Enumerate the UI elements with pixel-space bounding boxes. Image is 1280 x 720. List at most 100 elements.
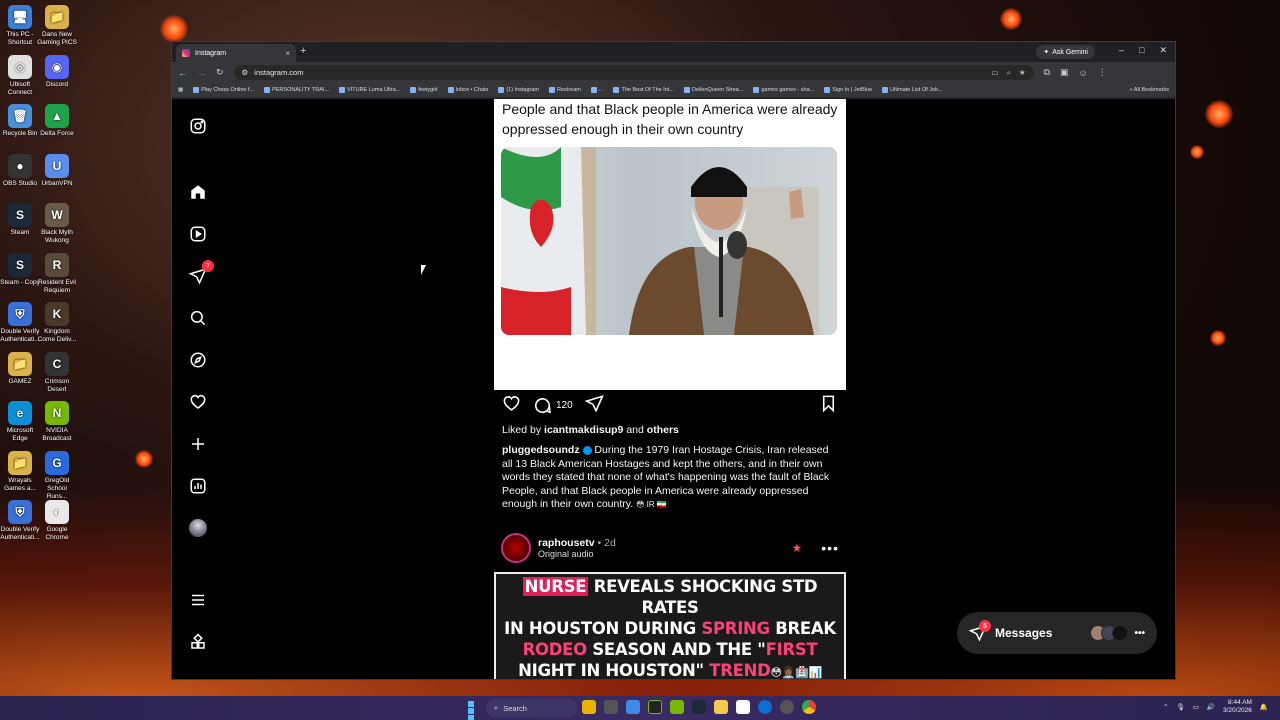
caption-username-link[interactable]: pluggedsoundz <box>502 444 580 456</box>
desktop-icon[interactable]: S Steam - Copy <box>0 252 40 287</box>
bookmark-item[interactable]: Sign In | JetBlue <box>824 87 872 93</box>
comment-icon[interactable]: 120 <box>533 396 573 415</box>
bookmark-star-icon[interactable]: ★ <box>1019 68 1026 78</box>
profile-avatar[interactable] <box>187 517 209 539</box>
forward-icon[interactable]: → <box>197 68 206 78</box>
desktop-icon[interactable]: S Steam <box>0 203 40 237</box>
reload-icon[interactable]: ↻ <box>216 67 224 78</box>
heart-icon[interactable] <box>187 391 209 413</box>
taskbar-app-icon[interactable] <box>626 700 640 714</box>
post-photo[interactable] <box>501 147 837 335</box>
taskbar-app-icon[interactable] <box>604 700 618 714</box>
desktop-icon[interactable]: e Microsoft Edge <box>0 401 40 443</box>
network-icon[interactable]: ▭ <box>1193 703 1199 711</box>
microphone-icon[interactable]: 🎙 <box>1176 703 1184 711</box>
site-info-icon[interactable]: ⚙ <box>242 68 249 77</box>
tab-instagram[interactable]: Instagram × <box>176 44 296 62</box>
taskbar-app-icon[interactable] <box>780 700 794 714</box>
ask-gemini-button[interactable]: ✦ Ask Gemini <box>1036 45 1095 59</box>
bookmark-item[interactable]: Restream <box>549 87 581 93</box>
taskbar-app-icon[interactable] <box>714 700 728 714</box>
messages-more-icon[interactable]: ••• <box>1134 628 1145 639</box>
taskbar-app-icon[interactable] <box>648 700 662 714</box>
desktop-icon[interactable]: ◎ Ubisoft Connect <box>0 54 40 97</box>
cast-icon[interactable]: ▭ <box>992 68 999 78</box>
desktop-icon[interactable]: 🖥 This PC - Shortcut <box>0 5 40 47</box>
new-tab-button[interactable]: + <box>300 45 306 57</box>
close-window-icon[interactable]: ✕ <box>1159 45 1167 56</box>
direct-messages-icon[interactable]: 7 <box>187 260 214 287</box>
like-icon[interactable] <box>502 394 521 416</box>
taskbar-app-icon[interactable] <box>692 700 706 714</box>
dashboard-icon[interactable] <box>187 475 209 497</box>
desktop-icon[interactable]: 🗑 Recycle Bin <box>0 104 40 138</box>
volume-icon[interactable]: 🔊 <box>1207 703 1215 711</box>
taskbar-app-icon[interactable] <box>758 700 772 714</box>
desktop-icon[interactable]: ● OBS Studio <box>0 153 40 188</box>
desktop-icon[interactable]: ◉ Discord <box>37 54 77 89</box>
explore-icon[interactable] <box>187 349 209 371</box>
bookmark-item[interactable]: Ultimate List Of Jok... <box>882 87 942 93</box>
more-menu-icon[interactable] <box>187 589 209 611</box>
bookmark-item[interactable]: Inbox • Chats <box>447 87 488 93</box>
home-icon[interactable] <box>187 181 209 203</box>
messages-button[interactable]: 5 Messages ••• <box>957 612 1157 654</box>
menu-icon[interactable]: ⋮ <box>1098 67 1107 78</box>
desktop-icon[interactable]: U UrbanVPN <box>37 153 77 188</box>
notification-icon[interactable]: 🔔 <box>1260 703 1268 711</box>
maximize-icon[interactable]: □ <box>1139 45 1144 56</box>
post2-audio-link[interactable]: Original audio <box>538 549 616 559</box>
search-icon[interactable] <box>187 307 209 329</box>
taskbar-app-icon[interactable] <box>802 700 816 714</box>
sidepanel-icon[interactable]: ▣ <box>1060 67 1069 78</box>
apps-icon[interactable]: ▦ <box>178 87 183 93</box>
start-button[interactable] <box>468 701 481 720</box>
also-from-meta-icon[interactable] <box>187 631 209 653</box>
all-bookmarks-button[interactable]: » All Bookmarks <box>1130 87 1169 93</box>
post2-video[interactable]: NURSE REVEALS SHOCKING STD RATES IN HOUS… <box>494 571 846 679</box>
taskbar-app-icon[interactable] <box>736 700 750 714</box>
share-icon[interactable] <box>584 394 604 416</box>
tray-chevron-icon[interactable]: ⌃ <box>1163 703 1168 711</box>
bookmark-item[interactable]: feetygirl <box>410 87 438 93</box>
extensions-icon[interactable]: ⧉ <box>1044 67 1050 78</box>
taskbar-search[interactable]: ⌕ Search <box>486 699 578 717</box>
address-bar[interactable]: ⚙ instagram.com ▭ ⌕ ★ <box>233 65 1034 80</box>
desktop-icon[interactable]: ⛨ Double Verify Authenticati... <box>0 500 40 542</box>
create-icon[interactable] <box>187 433 209 455</box>
profile-icon[interactable]: ☺ <box>1079 68 1088 78</box>
desktop-icon[interactable]: 📁 Wrayals Games a... <box>0 450 40 493</box>
save-bookmark-icon[interactable] <box>819 394 838 416</box>
zoom-icon[interactable]: ⌕ <box>1007 68 1011 78</box>
reels-icon[interactable] <box>187 223 209 245</box>
more-options-icon[interactable]: ••• <box>821 540 839 556</box>
bookmark-item[interactable]: (1) Instagram <box>498 87 539 93</box>
desktop-icon[interactable]: W Black Myth Wukong <box>37 203 77 245</box>
desktop-icon[interactable]: ◐ Google Chrome <box>37 500 77 542</box>
desktop-icon[interactable]: C Crimson Desert <box>37 351 77 394</box>
bookmark-item[interactable]: VITURE Luma Ultra... <box>339 87 400 93</box>
desktop-icon[interactable]: G GregOld School Runs... <box>37 450 77 501</box>
desktop-icon[interactable]: ⛨ Double Verify Authenticati... <box>0 302 40 344</box>
liked-others-link[interactable]: others <box>647 424 679 436</box>
minimize-icon[interactable]: – <box>1119 45 1124 56</box>
taskbar-app-icon[interactable] <box>670 700 684 714</box>
back-icon[interactable]: ← <box>178 68 187 78</box>
bookmark-item[interactable]: PERSONALITY TRAI... <box>264 87 329 93</box>
instagram-logo-icon[interactable] <box>187 115 209 137</box>
bookmark-item[interactable]: The Best Of The Int... <box>613 87 674 93</box>
liked-by-user-link[interactable]: icantmakdisup9 <box>544 424 623 436</box>
clock[interactable]: 8:44 AM 3/20/2026 <box>1223 699 1252 715</box>
desktop-icon[interactable]: R Resident Evil Requiem <box>37 252 77 295</box>
bookmark-item[interactable]: Play Chess Online f... <box>193 87 254 93</box>
post2-username-link[interactable]: raphousetv <box>538 537 595 549</box>
desktop-icon[interactable]: N NVIDIA Broadcast <box>37 401 77 443</box>
desktop-icon[interactable]: K Kingdom Come Deliv... <box>37 302 77 344</box>
bookmark-item[interactable]: ... <box>590 87 603 93</box>
desktop-icon[interactable]: 📁 Dans New Gaming PICS <box>37 5 77 47</box>
taskbar-app-icon[interactable] <box>582 700 596 714</box>
desktop-icon[interactable]: ▲ Delta Force <box>37 104 77 138</box>
close-tab-icon[interactable]: × <box>285 49 290 58</box>
raphousetv-avatar[interactable] <box>501 532 531 563</box>
desktop-icon[interactable]: 📁 GAMEZ <box>0 351 40 386</box>
